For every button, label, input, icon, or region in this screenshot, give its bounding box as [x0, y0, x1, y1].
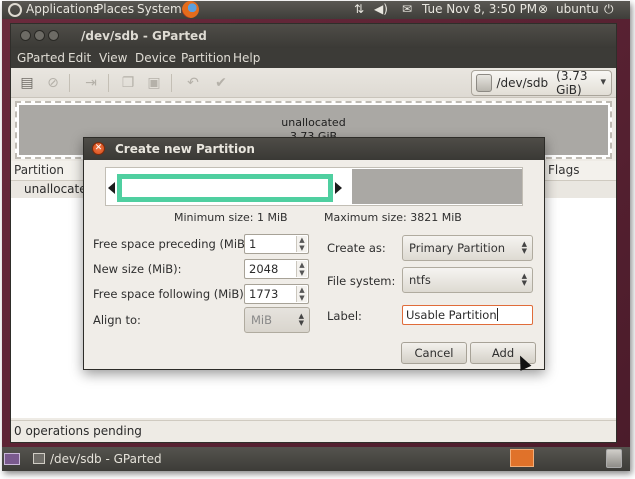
file-system-value: ntfs [409, 273, 431, 287]
resize-handle-right[interactable] [335, 182, 342, 194]
applications-menu[interactable]: Applications [26, 2, 99, 16]
free-preceding-spinner[interactable]: 1 ▲ ▼ [244, 234, 309, 254]
toolbar-separator [171, 74, 172, 92]
minimize-window-icon[interactable] [34, 30, 45, 41]
maximize-window-icon[interactable] [48, 30, 59, 41]
new-size-spinner[interactable]: 2048 ▲ ▼ [244, 259, 309, 279]
spinner-arrows-icon[interactable]: ▲ ▼ [296, 261, 307, 277]
graph-label: unallocated [281, 116, 346, 129]
align-to-select[interactable]: MiB ▲ ▼ [244, 307, 310, 333]
undo-icon[interactable]: ↶ [183, 73, 203, 93]
user-name[interactable]: ubuntu [556, 2, 599, 16]
updown-arrows-icon: ▲ ▼ [521, 240, 527, 255]
ubuntu-logo-icon[interactable] [8, 3, 22, 17]
window-titlebar[interactable]: /dev/sdb - GParted [11, 24, 616, 48]
workspace-switcher[interactable] [510, 449, 534, 467]
delete-icon[interactable]: ⊘ [43, 73, 63, 93]
chevron-down-icon: ▾ [600, 75, 606, 88]
create-as-value: Primary Partition [409, 241, 506, 255]
device-name: /dev/sdb [496, 76, 549, 90]
updown-arrows-icon: ▲ ▼ [298, 312, 304, 327]
spinner-arrows-icon[interactable]: ▲ ▼ [296, 286, 307, 302]
apply-icon[interactable]: ✔ [211, 73, 231, 93]
new-partition-block[interactable] [117, 174, 333, 202]
text-caret [496, 308, 498, 321]
clock[interactable]: Tue Nov 8, 3:50 PM [422, 2, 537, 16]
menu-help[interactable]: Help [233, 51, 260, 65]
bottom-panel: /dev/sdb - GParted [2, 447, 630, 471]
partition-label-input[interactable]: Usable Partition [402, 305, 533, 325]
partition-resizer[interactable] [105, 167, 523, 206]
align-to-value: MiB [251, 313, 273, 327]
free-preceding-label: Free space preceding (MiB): [93, 237, 254, 251]
toolbar-separator [69, 74, 70, 92]
free-following-spinner[interactable]: 1773 ▲ ▼ [244, 284, 309, 304]
cancel-button[interactable]: Cancel [401, 342, 467, 364]
trash-icon[interactable] [606, 449, 622, 468]
file-system-label: File system: [327, 274, 396, 288]
file-system-select[interactable]: ntfs ▲ ▼ [402, 267, 533, 293]
menu-edit[interactable]: Edit [68, 51, 91, 65]
free-preceding-value: 1 [249, 237, 257, 251]
menu-device[interactable]: Device [135, 51, 176, 65]
free-following-value: 1773 [249, 287, 279, 301]
copy-icon[interactable]: ❐ [118, 73, 138, 93]
new-size-label: New size (MiB): [93, 262, 182, 276]
power-icon[interactable]: ⏻ [604, 2, 614, 17]
partition-label-value: Usable Partition [406, 308, 497, 322]
create-partition-dialog: ✕ Create new Partition Minimum size: 1 M… [83, 137, 545, 370]
min-size-label: Minimum size: 1 MiB [174, 211, 288, 224]
close-icon[interactable]: ✕ [92, 142, 105, 155]
window-title: /dev/sdb - GParted [81, 29, 207, 43]
free-following-label: Free space following (MiB): [93, 287, 248, 301]
create-as-select[interactable]: Primary Partition ▲ ▼ [402, 235, 533, 261]
volume-icon[interactable]: ◀) [374, 2, 388, 16]
spinner-arrows-icon[interactable]: ▲ ▼ [296, 236, 307, 252]
system-menu[interactable]: System [137, 2, 182, 16]
menu-partition[interactable]: Partition [181, 51, 231, 65]
user-icon[interactable]: ⊗ [538, 2, 548, 16]
mail-icon[interactable]: ✉ [402, 2, 412, 16]
firefox-icon[interactable] [182, 1, 199, 18]
taskbar-label: /dev/sdb - GParted [50, 452, 162, 466]
column-flags[interactable]: Flags [548, 163, 579, 177]
gparted-app-icon [33, 453, 45, 464]
menu-gparted[interactable]: GParted [17, 51, 65, 65]
dialog-title: Create new Partition [115, 142, 255, 156]
menu-view[interactable]: View [99, 51, 127, 65]
column-partition[interactable]: Partition [14, 163, 64, 177]
network-icon[interactable]: ⇅ [354, 2, 364, 16]
resize-handle-left[interactable] [108, 182, 115, 194]
paste-icon[interactable]: ▣ [144, 73, 164, 93]
top-panel: Applications Places System ⇅ ◀) ✉ Tue No… [2, 1, 630, 19]
max-size-label: Maximum size: 3821 MiB [324, 211, 462, 224]
updown-arrows-icon: ▲ ▼ [521, 272, 527, 287]
places-menu[interactable]: Places [96, 2, 134, 16]
toolbar: ▤ ⊘ ⇥ ❐ ▣ ↶ ✔ /dev/sdb (3.73 GiB) ▾ [11, 68, 616, 98]
disk-icon [476, 74, 493, 92]
status-text: 0 operations pending [14, 424, 142, 438]
toolbar-separator [108, 74, 109, 92]
new-partition-icon[interactable]: ▤ [17, 73, 37, 93]
resize-move-icon[interactable]: ⇥ [81, 73, 101, 93]
create-as-label: Create as: [327, 241, 386, 255]
taskbar-gparted[interactable]: /dev/sdb - GParted [28, 449, 178, 469]
dialog-titlebar[interactable]: ✕ Create new Partition [84, 138, 544, 160]
align-to-label: Align to: [93, 313, 141, 327]
new-size-value: 2048 [249, 262, 279, 276]
show-desktop-icon[interactable] [4, 453, 20, 465]
free-space-block [352, 169, 522, 204]
menubar: GParted Edit View Device Partition Help [11, 48, 616, 68]
device-select[interactable]: /dev/sdb (3.73 GiB) ▾ [471, 69, 612, 97]
desktop: Applications Places System ⇅ ◀) ✉ Tue No… [2, 1, 630, 471]
close-window-icon[interactable] [20, 30, 31, 41]
partition-label-label: Label: [327, 309, 362, 323]
statusbar: 0 operations pending [11, 420, 616, 442]
